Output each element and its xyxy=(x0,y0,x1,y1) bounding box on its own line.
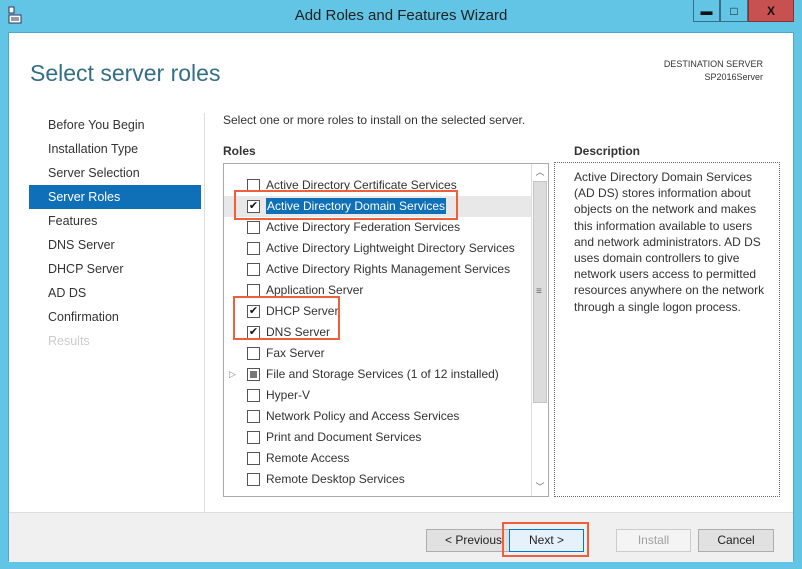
checkbox[interactable] xyxy=(247,452,260,465)
roles-scrollbar[interactable]: ︿ ≡ ﹀ xyxy=(531,164,548,496)
nav-item-dns-server[interactable]: DNS Server xyxy=(29,233,201,257)
role-item[interactable]: Remote Desktop Services xyxy=(224,469,548,490)
checkbox[interactable] xyxy=(247,368,260,381)
window-title: Add Roles and Features Wizard xyxy=(294,7,508,24)
minimize-icon: ▬ xyxy=(700,3,713,18)
role-item[interactable]: ✔ Active Directory Domain Services xyxy=(224,196,548,217)
nav-divider xyxy=(204,113,205,513)
maximize-button[interactable]: □ xyxy=(720,0,748,22)
scroll-down-icon[interactable]: ﹀ xyxy=(532,479,548,496)
nav-item-before-you-begin[interactable]: Before You Begin xyxy=(29,113,201,137)
role-item[interactable]: Active Directory Federation Services xyxy=(224,217,548,238)
destination-label: DESTINATION SERVER xyxy=(663,59,763,69)
role-item[interactable]: ✔ DHCP Server xyxy=(224,301,548,322)
destination-server: DESTINATION SERVER SP2016Server xyxy=(664,58,763,84)
expand-triangle-icon[interactable]: ▷ xyxy=(229,364,236,385)
install-button: Install xyxy=(616,529,691,552)
nav-item-results: Results xyxy=(48,334,90,348)
checkbox[interactable] xyxy=(247,221,260,234)
nav-item-installation-type[interactable]: Installation Type xyxy=(29,137,201,161)
grip-icon: ≡ xyxy=(536,286,542,297)
role-item[interactable]: Network Policy and Access Services xyxy=(224,406,548,427)
nav-item-ad-ds[interactable]: AD DS xyxy=(29,281,201,305)
nav-item-server-roles[interactable]: Server Roles xyxy=(29,185,201,209)
role-item[interactable]: Active Directory Rights Management Servi… xyxy=(224,259,548,280)
roles-list: Active Directory Certificate Services ✔ A… xyxy=(223,163,549,497)
footer: < Previous Next > Install Cancel xyxy=(9,513,793,562)
nav-item-server-selection[interactable]: Server Selection xyxy=(29,161,201,185)
role-item[interactable]: Fax Server xyxy=(224,343,548,364)
role-item[interactable]: Application Server xyxy=(224,280,548,301)
cancel-button[interactable]: Cancel xyxy=(698,529,774,552)
close-icon: X xyxy=(766,3,775,18)
checkbox[interactable] xyxy=(247,263,260,276)
role-item[interactable]: Hyper-V xyxy=(224,385,548,406)
role-item[interactable]: Print and Document Services xyxy=(224,427,548,448)
previous-button[interactable]: < Previous xyxy=(426,529,521,552)
description-panel: Active Directory Domain Services (AD DS)… xyxy=(554,162,780,497)
checkbox[interactable] xyxy=(247,347,260,360)
nav-item-dhcp-server[interactable]: DHCP Server xyxy=(29,257,201,281)
title-bar: Add Roles and Features Wizard ▬ □ X xyxy=(0,0,802,32)
page-title: Select server roles xyxy=(30,60,221,86)
checkbox[interactable] xyxy=(247,473,260,486)
wizard-nav: Before You Begin Installation Type Serve… xyxy=(29,113,201,353)
scroll-up-icon[interactable]: ︿ xyxy=(532,164,548,181)
maximize-icon: □ xyxy=(730,3,738,18)
roles-heading: Roles xyxy=(223,144,256,158)
nav-item-features[interactable]: Features xyxy=(29,209,201,233)
nav-item-confirmation[interactable]: Confirmation xyxy=(29,305,201,329)
instructions: Select one or more roles to install on t… xyxy=(223,113,526,127)
checkbox[interactable] xyxy=(247,242,260,255)
checkbox[interactable] xyxy=(247,389,260,402)
checkbox[interactable]: ✔ xyxy=(247,326,260,339)
role-item[interactable]: Remote Access xyxy=(224,448,548,469)
role-item[interactable]: ✔ DNS Server xyxy=(224,322,548,343)
next-button[interactable]: Next > xyxy=(509,529,584,552)
role-item[interactable]: ▷ File and Storage Services (1 of 12 inst… xyxy=(224,364,548,385)
checkbox[interactable] xyxy=(247,179,260,192)
checkbox[interactable]: ✔ xyxy=(247,200,260,213)
role-item[interactable]: Active Directory Lightweight Directory S… xyxy=(224,238,548,259)
checkbox[interactable] xyxy=(247,410,260,423)
checkbox[interactable] xyxy=(247,431,260,444)
close-button[interactable]: X xyxy=(748,0,794,22)
role-item[interactable]: Active Directory Certificate Services xyxy=(224,175,548,196)
wizard-body: Select server roles DESTINATION SERVER S… xyxy=(8,32,794,562)
minimize-button[interactable]: ▬ xyxy=(693,0,720,22)
scroll-thumb[interactable]: ≡ xyxy=(533,181,547,403)
description-heading: Description xyxy=(574,144,641,158)
destination-value: SP2016Server xyxy=(704,72,763,82)
checkbox[interactable] xyxy=(247,284,260,297)
description-text: Active Directory Domain Services (AD DS)… xyxy=(574,170,765,314)
checkbox[interactable]: ✔ xyxy=(247,305,260,318)
